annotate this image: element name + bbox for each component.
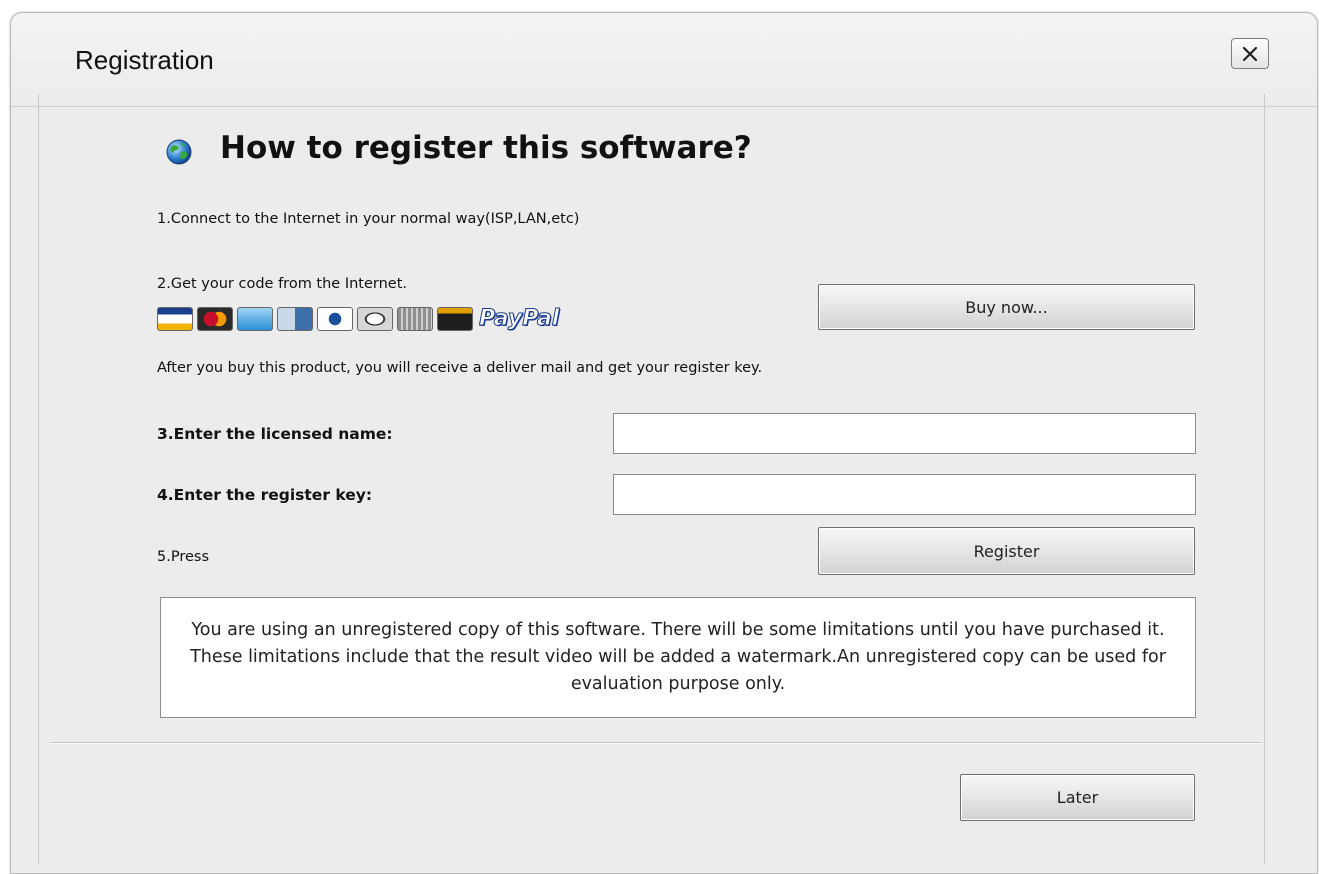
close-button[interactable] [1231, 38, 1269, 69]
right-divider [1264, 94, 1265, 864]
close-icon [1242, 46, 1258, 61]
step-1-text: 1.Connect to the Internet in your normal… [157, 211, 580, 227]
bank-card-icon [277, 306, 313, 331]
discover-card-icon [357, 306, 393, 331]
window-title: Registration [75, 45, 214, 75]
step-5-text: 5.Press [157, 549, 209, 565]
later-button[interactable]: Later [960, 774, 1195, 821]
mastercard-icon [197, 306, 233, 331]
register-key-input[interactable] [613, 474, 1196, 515]
after-buy-text: After you buy this product, you will rec… [157, 360, 763, 376]
visa-card-icon [157, 306, 193, 331]
paypal-logo: PayPal [478, 306, 560, 332]
unregistered-notice: You are using an unregistered copy of th… [160, 597, 1196, 718]
step-2-text: 2.Get your code from the Internet. [157, 276, 408, 292]
licensed-name-label: 3.Enter the licensed name: [157, 425, 393, 443]
payment-methods: PayPal [157, 306, 560, 332]
wire-transfer-icon [397, 306, 433, 331]
footer-divider-highlight [50, 743, 1262, 744]
diners-card-icon [317, 306, 353, 331]
jcb-card-icon [437, 306, 473, 331]
register-key-label: 4.Enter the register key: [157, 486, 373, 504]
register-button[interactable]: Register [818, 527, 1195, 575]
title-bar: Registration [11, 13, 1317, 107]
notice-text: You are using an unregistered copy of th… [190, 620, 1166, 694]
amex-card-icon [237, 306, 273, 331]
buy-now-button[interactable]: Buy now... [818, 284, 1195, 330]
left-divider [38, 94, 39, 864]
licensed-name-input[interactable] [613, 413, 1196, 454]
page-heading: How to register this software? [220, 130, 752, 166]
globe-icon [166, 139, 192, 165]
